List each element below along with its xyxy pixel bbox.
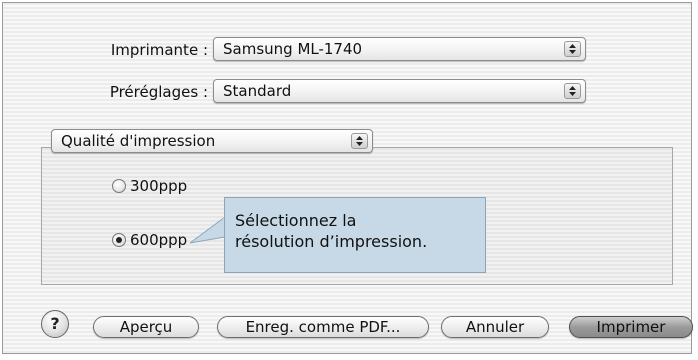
print-button[interactable]: Imprimer — [569, 316, 693, 338]
printer-popup[interactable]: Samsung ML-1740 — [213, 37, 586, 61]
presets-label: Préréglages : — [109, 83, 208, 101]
popup-arrows-icon — [351, 133, 368, 149]
help-callout: Sélectionnez la résolution d’impression. — [224, 197, 486, 273]
radio-button-selected-icon[interactable] — [112, 233, 126, 247]
radio-600ppp[interactable]: 600ppp — [112, 231, 187, 249]
radio-label: 600ppp — [130, 231, 188, 249]
callout-line-2: résolution d’impression. — [235, 232, 428, 251]
print-dialog: Imprimante : Samsung ML-1740 Préréglages… — [2, 2, 693, 354]
presets-popup[interactable]: Standard — [213, 79, 586, 103]
help-button[interactable]: ? — [41, 310, 69, 338]
section-popup[interactable]: Qualité d'impression — [51, 129, 373, 153]
printer-label: Imprimante : — [110, 41, 208, 59]
callout-pointer-icon — [190, 216, 226, 244]
radio-button-icon[interactable] — [112, 179, 126, 193]
radio-label: 300ppp — [130, 177, 188, 195]
callout-line-1: Sélectionnez la — [235, 211, 357, 230]
popup-arrows-icon — [564, 41, 581, 57]
section-value: Qualité d'impression — [61, 132, 216, 150]
popup-arrows-icon — [564, 83, 581, 99]
presets-value: Standard — [223, 82, 292, 100]
radio-300ppp[interactable]: 300ppp — [112, 177, 187, 195]
preview-button[interactable]: Aperçu — [93, 316, 199, 338]
printer-value: Samsung ML-1740 — [223, 40, 363, 58]
save-as-pdf-button[interactable]: Enreg. comme PDF... — [217, 316, 429, 338]
cancel-button[interactable]: Annuler — [441, 316, 549, 338]
